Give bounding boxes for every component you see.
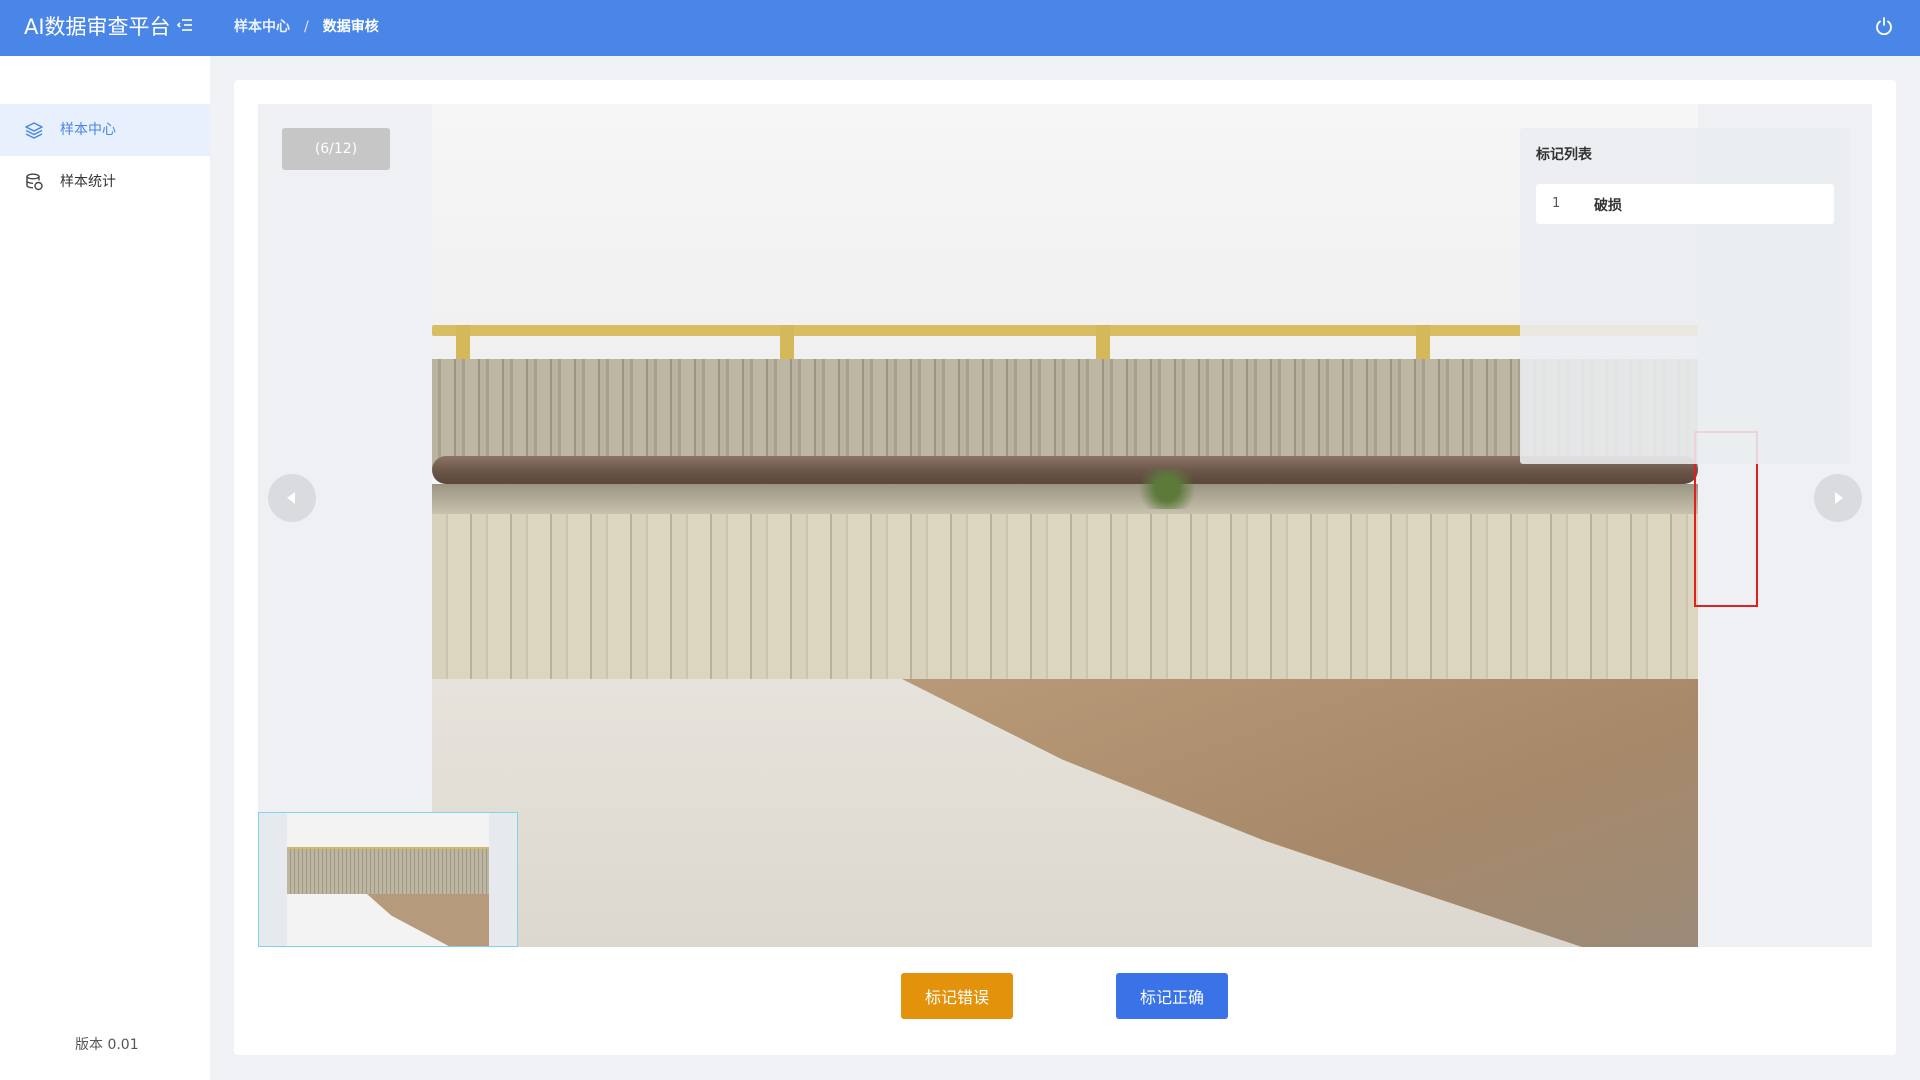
- top-header: AI数据审查平台 样本中心 / 数据审核: [0, 0, 1920, 56]
- image-viewer: (6/12) 标记列表 1 破损: [258, 104, 1872, 947]
- sample-image: [432, 104, 1698, 947]
- mark-correct-button[interactable]: 标记正确: [1116, 973, 1228, 1019]
- breadcrumb-sample-center[interactable]: 样本中心: [234, 17, 290, 37]
- breadcrumb-data-review: 数据审核: [322, 19, 379, 35]
- mark-label: 破损: [1594, 198, 1622, 214]
- mark-list-panel: 标记列表 1 破损: [1520, 128, 1850, 464]
- database-icon: [24, 172, 44, 192]
- mark-wrong-button[interactable]: 标记错误: [901, 973, 1013, 1019]
- main-card: (6/12) 标记列表 1 破损 标记错误 标记正确: [234, 80, 1896, 1055]
- chevron-left-icon: [287, 492, 295, 504]
- app-title: AI数据审查平台: [24, 15, 171, 39]
- power-icon[interactable]: [1874, 16, 1898, 40]
- sidebar-item-label: 样本统计: [60, 174, 116, 190]
- mark-index: 1: [1552, 196, 1561, 211]
- breadcrumb-separator: /: [304, 19, 309, 35]
- image-thumbnail[interactable]: [258, 812, 518, 947]
- next-image-button[interactable]: [1814, 474, 1862, 522]
- sidebar: 样本中心 样本统计 版本 0.01: [0, 56, 210, 1080]
- sidebar-item-label: 样本中心: [60, 122, 116, 138]
- chevron-right-icon: [1835, 492, 1843, 504]
- breadcrumb: 样本中心 / 数据审核: [234, 17, 379, 37]
- sidebar-item-sample-stats[interactable]: 样本统计: [0, 156, 210, 208]
- mark-list-item[interactable]: 1 破损: [1536, 184, 1834, 224]
- layers-icon: [24, 120, 44, 140]
- sidebar-item-sample-center[interactable]: 样本中心: [0, 104, 210, 156]
- image-counter: (6/12): [282, 128, 390, 170]
- version-label: 版本 0.01: [75, 1037, 139, 1053]
- thumbnail-image: [287, 813, 489, 946]
- menu-collapse-icon[interactable]: [176, 16, 198, 38]
- mark-list-title: 标记列表: [1536, 147, 1592, 163]
- previous-image-button[interactable]: [268, 474, 316, 522]
